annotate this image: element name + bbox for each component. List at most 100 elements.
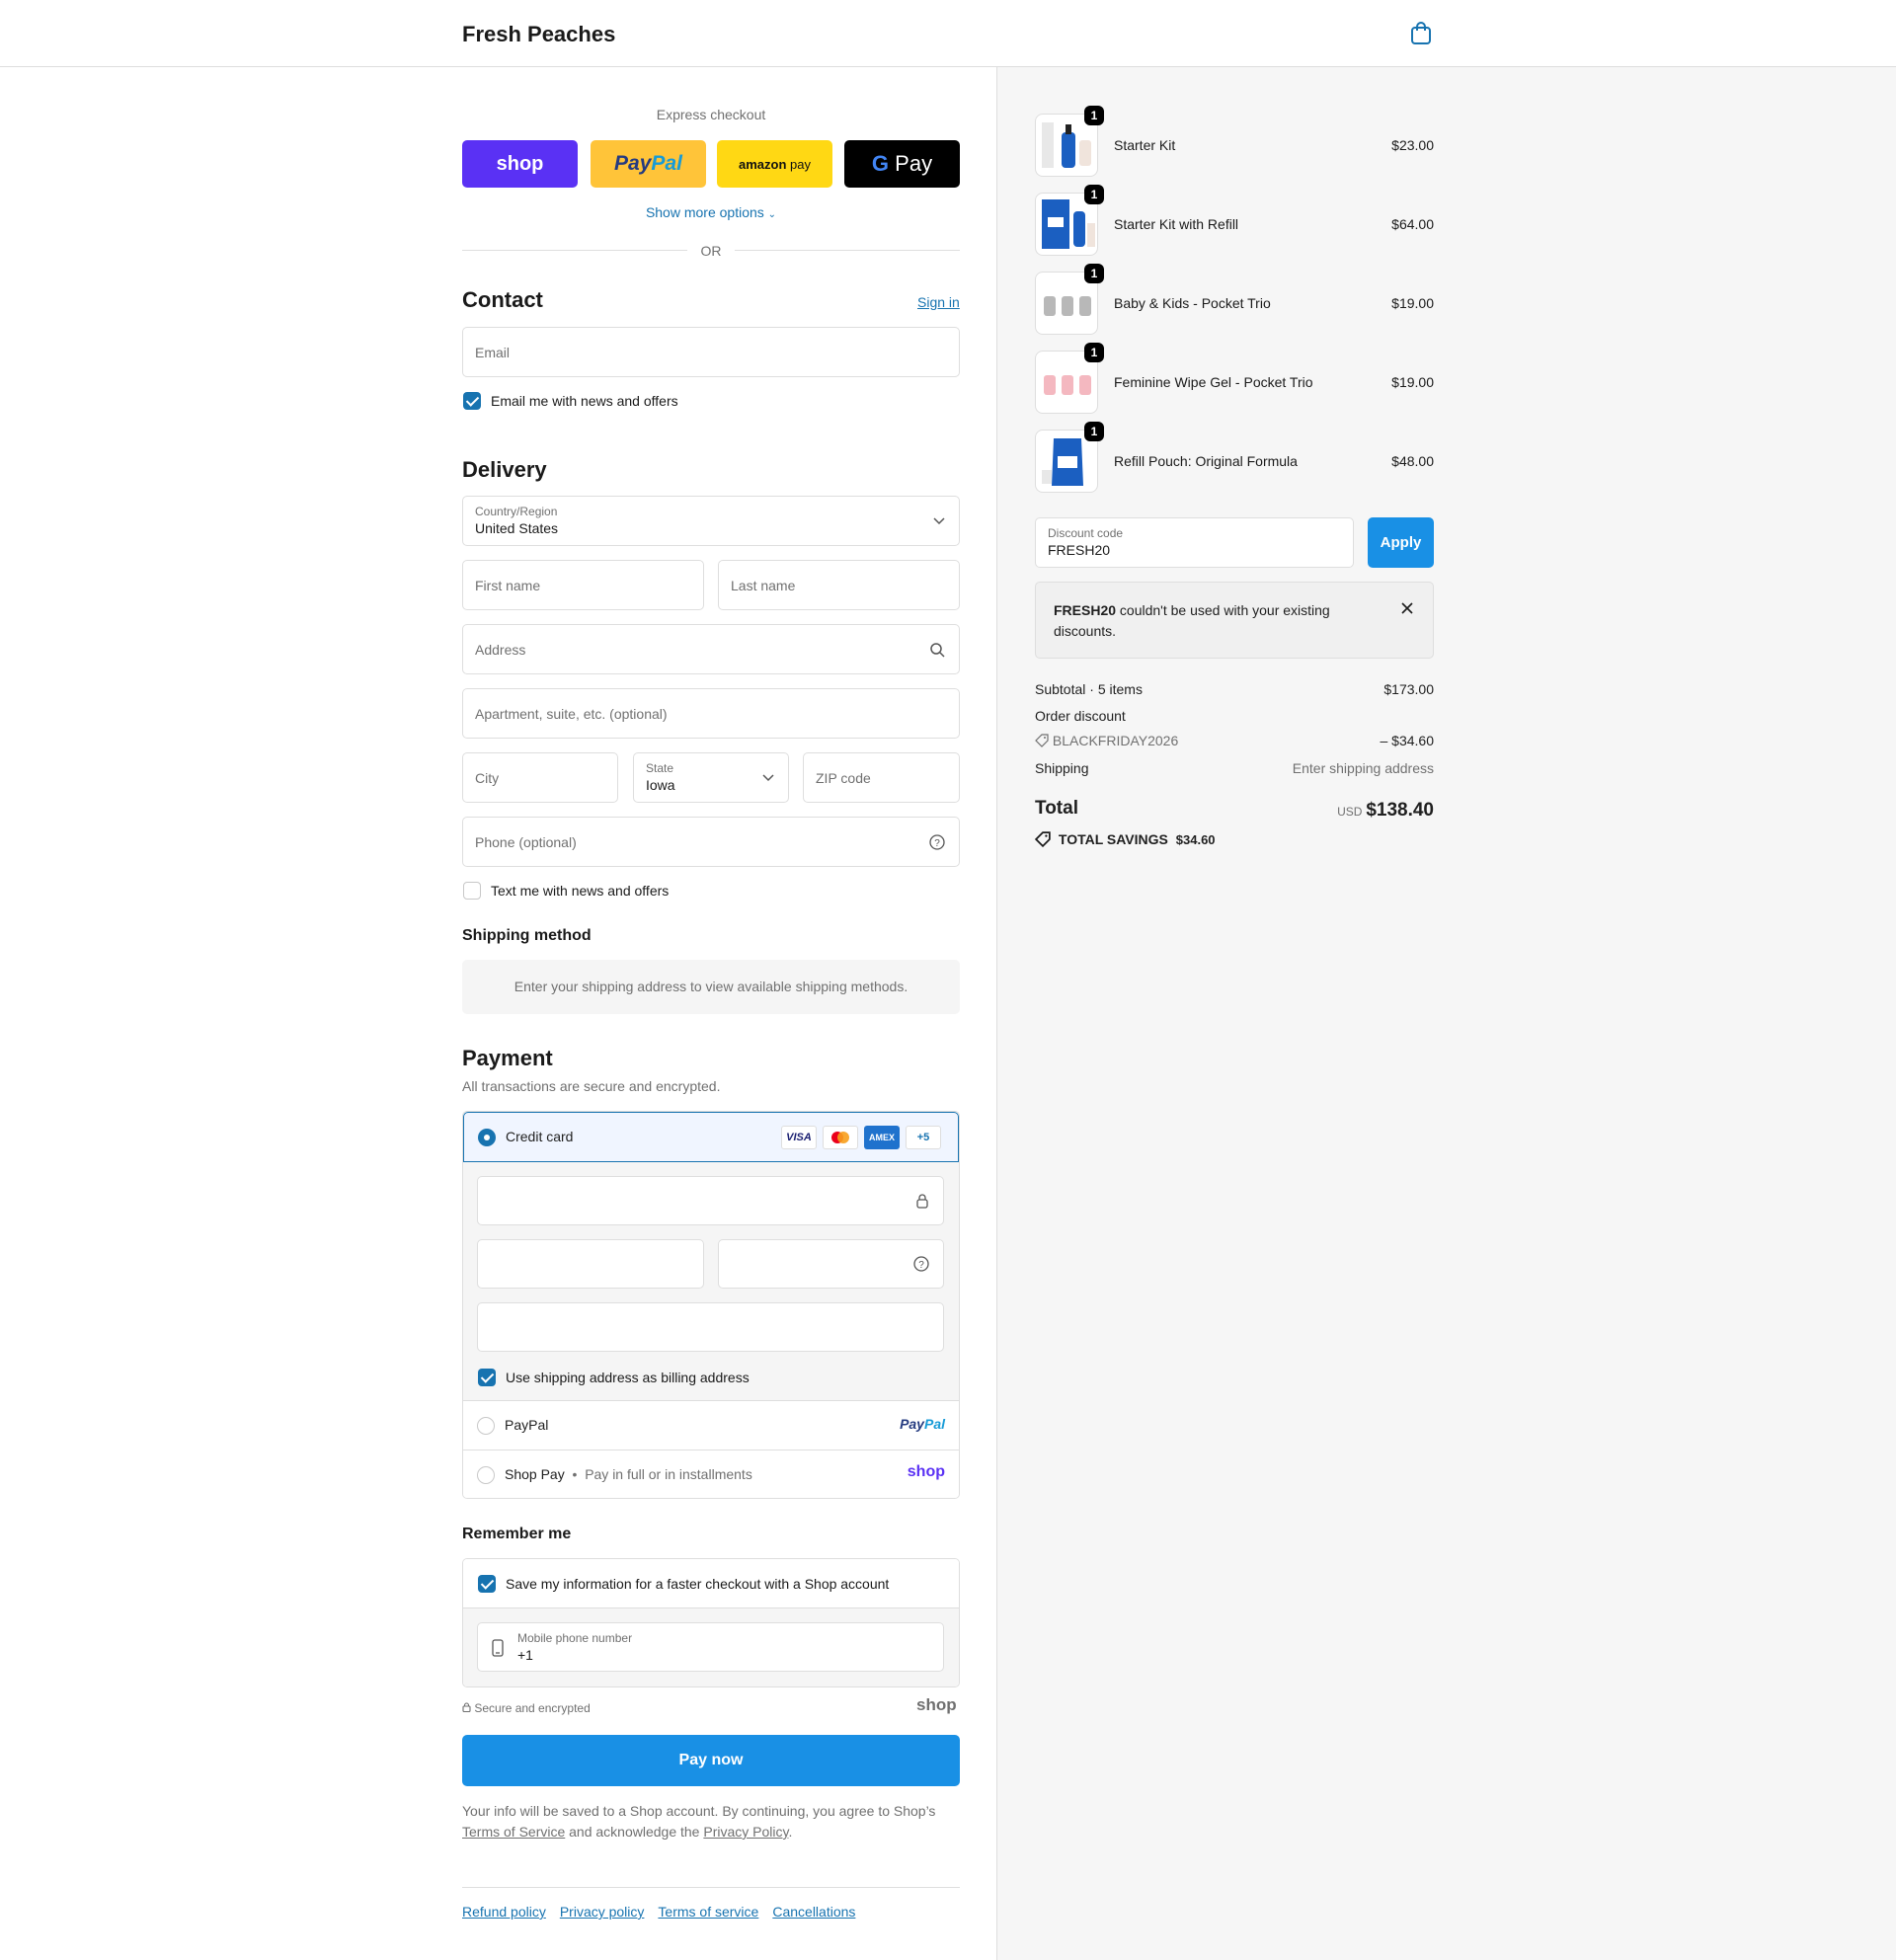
help-circle-icon[interactable]: ? [929, 833, 945, 850]
cart-bag-icon[interactable] [1410, 22, 1432, 45]
mobile-phone-field[interactable]: Mobile phone number +1 [477, 1622, 944, 1672]
shop-pay-express-button[interactable]: shop [462, 140, 578, 188]
svg-text:?: ? [918, 1260, 924, 1271]
shop-pay-option[interactable]: Shop Pay • Pay in full or in installment… [463, 1450, 959, 1498]
zip-placeholder: ZIP code [816, 769, 871, 786]
shipping-method-heading: Shipping method [462, 927, 592, 944]
shop-terms-link[interactable]: Terms of Service [462, 1824, 565, 1840]
chevron-down-icon: ⌄ [767, 209, 777, 220]
discount-code-value: FRESH20 [1048, 542, 1111, 558]
state-select[interactable]: State Iowa [633, 752, 789, 803]
zip-field[interactable]: ZIP code [803, 752, 960, 803]
card-cvv-field[interactable]: ? [718, 1239, 944, 1289]
item-name: Baby & Kids - Pocket Trio [1114, 295, 1271, 311]
search-icon [930, 642, 945, 658]
cancellations-link[interactable]: Cancellations [772, 1904, 855, 1920]
secure-encrypted-note: Secure and encrypted [462, 1701, 591, 1715]
shop-pay-sublabel: Pay in full or in installments [585, 1466, 752, 1482]
lock-icon [916, 1194, 928, 1209]
legal-text: Your info will be saved to a Shop accoun… [462, 1803, 936, 1840]
paypal-logo: PayPal [900, 1416, 945, 1432]
tag-icon [1034, 831, 1051, 848]
card-number-field[interactable] [477, 1176, 944, 1225]
item-name: Refill Pouch: Original Formula [1114, 453, 1298, 469]
shop-privacy-link[interactable]: Privacy Policy [703, 1824, 788, 1840]
item-name: Starter Kit with Refill [1114, 216, 1239, 232]
apply-discount-button[interactable]: Apply [1368, 517, 1434, 568]
item-price: $19.00 [1391, 295, 1434, 311]
card-details-form: ? Use shipping address as billing addres… [463, 1162, 959, 1401]
privacy-policy-link[interactable]: Privacy policy [560, 1904, 645, 1920]
quantity-badge: 1 [1084, 264, 1104, 283]
email-news-checkbox[interactable] [463, 392, 481, 410]
terms-of-service-link[interactable]: Terms of service [658, 1904, 758, 1920]
cart-item: 1 Starter Kit with Refill $64.00 [1035, 185, 1434, 258]
card-name-field[interactable] [477, 1302, 944, 1352]
paypal-option[interactable]: PayPal PayPal [463, 1401, 959, 1450]
pay-now-button[interactable]: Pay now [462, 1735, 960, 1786]
shipping-value: Enter shipping address [1292, 760, 1434, 776]
more-cards-badge: +5 [906, 1126, 941, 1149]
discount-code-field[interactable]: Discount code FRESH20 [1035, 517, 1354, 568]
close-icon[interactable] [1401, 602, 1413, 614]
card-expiry-field[interactable] [477, 1239, 704, 1289]
apartment-field[interactable]: Apartment, suite, etc. (optional) [462, 688, 960, 739]
refund-policy-link[interactable]: Refund policy [462, 1904, 546, 1920]
total-label: Total [1035, 798, 1078, 819]
help-circle-icon[interactable]: ? [913, 1256, 929, 1272]
paypal-radio[interactable] [477, 1417, 495, 1435]
country-value: United States [475, 520, 559, 536]
country-label: Country/Region [475, 505, 558, 518]
last-name-field[interactable]: Last name [718, 560, 960, 610]
amazon-pay-text: pay [790, 156, 811, 172]
credit-card-option[interactable]: Credit card VISA AMEX +5 [463, 1112, 959, 1162]
address-placeholder: Address [475, 641, 526, 658]
notice-text: FRESH20 couldn't be used with your exist… [1054, 602, 1330, 639]
footer-links: Refund policy Privacy policy Terms of serv… [462, 1904, 869, 1920]
item-price: $64.00 [1391, 216, 1434, 232]
email-news-label: Email me with news and offers [491, 393, 678, 409]
shop-pay-radio[interactable] [477, 1466, 495, 1484]
city-field[interactable]: City [462, 752, 618, 803]
billing-same-checkbox[interactable] [478, 1369, 496, 1386]
shop-logo: shop [496, 152, 544, 175]
divider-right [735, 250, 960, 251]
payment-subtitle: All transactions are secure and encrypte… [462, 1078, 721, 1094]
cart-item: 1 Baby & Kids - Pocket Trio $19.00 [1035, 264, 1434, 337]
email-field[interactable]: Email [462, 327, 960, 377]
tag-icon [1035, 734, 1049, 747]
shop-logo: shop [907, 1463, 945, 1480]
save-info-checkbox[interactable] [478, 1575, 496, 1593]
google-pay-express-button[interactable]: G Pay [844, 140, 960, 188]
total-savings-label: TOTAL SAVINGS [1058, 831, 1168, 847]
chevron-down-icon [762, 773, 774, 781]
item-price: $23.00 [1391, 137, 1434, 153]
paypal-express-button[interactable]: Pay Pal [591, 140, 706, 188]
phone-field[interactable]: Phone (optional) ? [462, 817, 960, 867]
or-divider-text: OR [700, 243, 722, 259]
quantity-badge: 1 [1084, 422, 1104, 441]
state-value: Iowa [646, 777, 675, 793]
quantity-badge: 1 [1084, 106, 1104, 125]
sign-in-link[interactable]: Sign in [917, 294, 960, 310]
discount-error-notice: FRESH20 couldn't be used with your exist… [1035, 582, 1434, 659]
amazon-pay-express-button[interactable]: amazon pay [717, 140, 832, 188]
phone-placeholder: Phone (optional) [475, 833, 577, 850]
country-select[interactable]: Country/Region United States [462, 496, 960, 546]
address-field[interactable]: Address [462, 624, 960, 674]
mastercard-icon [823, 1126, 858, 1149]
quantity-badge: 1 [1084, 343, 1104, 362]
discount-code-row: BLACKFRIDAY2026 – $34.60 [1035, 733, 1434, 748]
applied-discount-code: BLACKFRIDAY2026 [1052, 733, 1179, 748]
total-savings-value: $34.60 [1175, 832, 1216, 847]
total-value: $138.40 [1366, 800, 1434, 821]
show-more-options-link[interactable]: Show more options ⌄ [462, 204, 960, 220]
state-label: State [646, 761, 674, 775]
text-news-checkbox[interactable] [463, 882, 481, 900]
first-name-field[interactable]: First name [462, 560, 704, 610]
delivery-heading: Delivery [462, 457, 547, 482]
discount-amount: – $34.60 [1380, 733, 1435, 748]
store-brand[interactable]: Fresh Peaches [462, 22, 615, 47]
credit-card-radio[interactable] [478, 1129, 496, 1146]
credit-card-label: Credit card [506, 1129, 574, 1144]
